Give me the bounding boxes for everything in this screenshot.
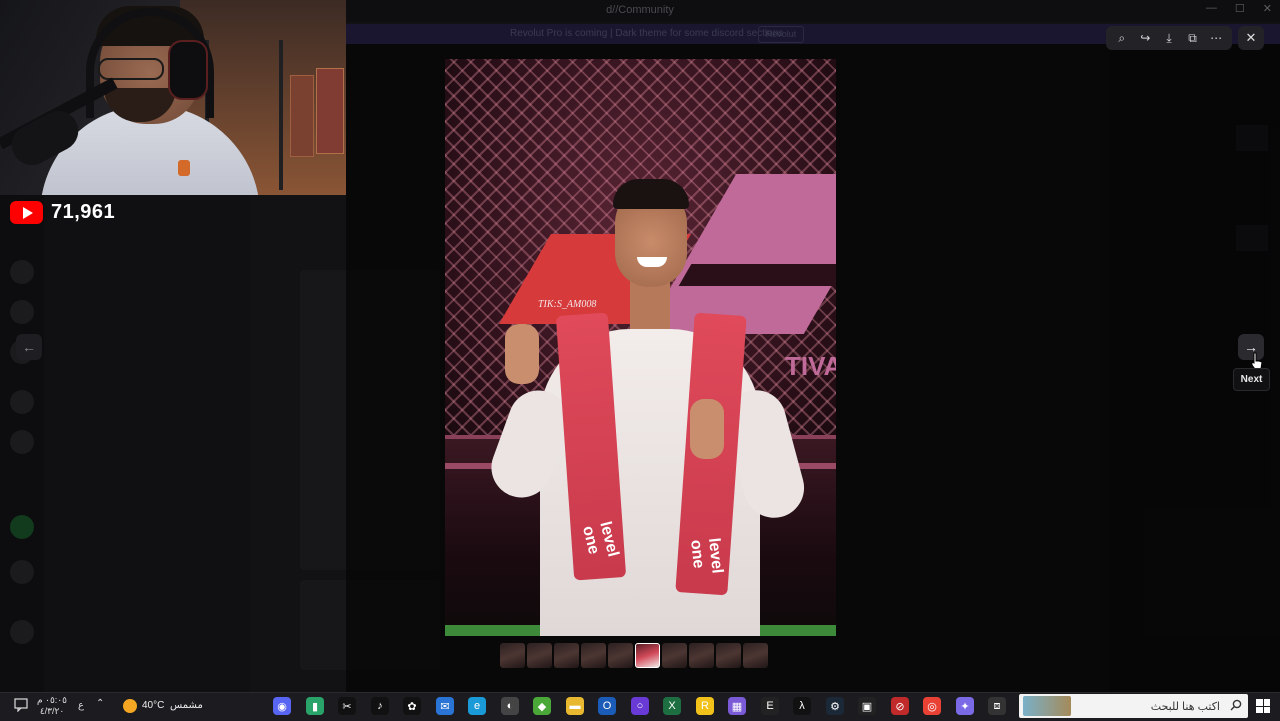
- language-indicator[interactable]: ع: [78, 700, 84, 711]
- thumbnail-strip: [500, 643, 768, 668]
- search-highlight-image: [1023, 696, 1071, 716]
- clock-date: ٤/٣/٢٠: [39, 706, 65, 716]
- clock-time: ٠٥:٠٥ م: [37, 695, 67, 705]
- server-icon[interactable]: [10, 560, 34, 584]
- file-explorer-icon[interactable]: ▬: [566, 697, 584, 715]
- open-external-button[interactable]: ⧉: [1183, 28, 1203, 48]
- weather-temperature[interactable]: 40°C: [142, 700, 164, 711]
- channel-list: [44, 195, 250, 692]
- zoom-button[interactable]: ⌕: [1112, 28, 1132, 48]
- server-icon[interactable]: [10, 300, 34, 324]
- previous-image-button[interactable]: ←: [16, 334, 42, 360]
- image-thumbnail[interactable]: [689, 643, 714, 668]
- app-green-icon[interactable]: ▮: [306, 697, 324, 715]
- chevron-up-icon[interactable]: ⌃: [96, 698, 104, 709]
- share-button[interactable]: ↪: [1135, 28, 1155, 48]
- search-placeholder: اكتب هنا للبحث: [1150, 701, 1220, 713]
- banner-button[interactable]: Revolut: [758, 26, 804, 43]
- server-icon[interactable]: [10, 430, 34, 454]
- viewer-count: 71,961: [51, 201, 116, 223]
- taskbar-clock[interactable]: ٠٥:٠٥ م ٤/٣/٢٠: [36, 695, 68, 717]
- app-box-icon[interactable]: ▣: [858, 697, 876, 715]
- share-icon: ↪: [1140, 31, 1151, 45]
- image-thumbnail[interactable]: [581, 643, 606, 668]
- edge-icon[interactable]: e: [468, 697, 486, 715]
- obs-icon[interactable]: ○: [631, 697, 649, 715]
- download-button[interactable]: ⤓: [1159, 28, 1179, 48]
- capcut-icon[interactable]: ✂: [338, 697, 356, 715]
- viewer-image[interactable]: TIVA level one level one TIK:S_AM008: [445, 59, 836, 636]
- copilot-icon[interactable]: ✦: [956, 697, 974, 715]
- image-thumbnail[interactable]: [500, 643, 525, 668]
- app-red-icon[interactable]: ⊘: [891, 697, 909, 715]
- server-icon[interactable]: [10, 260, 34, 284]
- tiktok-icon[interactable]: ♪: [371, 697, 389, 715]
- epic-games-icon[interactable]: E: [761, 697, 779, 715]
- youtube-icon: [10, 201, 43, 224]
- minimize-icon[interactable]: —: [1206, 2, 1217, 15]
- webcam-feed: [0, 0, 346, 195]
- server-icon[interactable]: [10, 390, 34, 414]
- more-icon: ⋯: [1210, 31, 1223, 45]
- maximize-icon[interactable]: ☐: [1235, 2, 1245, 15]
- image-thumbnail[interactable]: [716, 643, 741, 668]
- arrow-left-icon: ←: [22, 339, 36, 355]
- start-button[interactable]: [1256, 699, 1270, 713]
- app-lime-icon[interactable]: ◆: [533, 697, 551, 715]
- photo-watermark: TIK:S_AM008: [538, 299, 597, 310]
- image-thumbnail[interactable]: [527, 643, 552, 668]
- openai-icon[interactable]: ✿: [403, 697, 421, 715]
- open-external-icon: ⧉: [1188, 30, 1197, 45]
- image-thumbnail[interactable]: [554, 643, 579, 668]
- app-grid-icon[interactable]: ▦: [728, 697, 746, 715]
- scarf-text: level one: [687, 537, 726, 575]
- image-thumbnail[interactable]: [608, 643, 633, 668]
- server-icon[interactable]: [10, 515, 34, 539]
- next-tooltip: Next: [1233, 368, 1270, 391]
- image-thumbnail[interactable]: [635, 643, 660, 668]
- rockstar-icon[interactable]: R: [696, 697, 714, 715]
- steam-icon[interactable]: ⚙: [826, 697, 844, 715]
- excel-icon[interactable]: X: [663, 697, 681, 715]
- image-thumbnail[interactable]: [743, 643, 768, 668]
- image-viewer-toolbar: ⌕ ↪ ⤓ ⧉ ⋯: [1106, 26, 1232, 50]
- download-icon: ⤓: [1166, 30, 1172, 45]
- discord-icon[interactable]: ◉: [273, 697, 291, 715]
- nvidia-icon[interactable]: λ: [793, 697, 811, 715]
- scarf-text: level one: [578, 519, 622, 559]
- notification-icon[interactable]: [14, 698, 28, 712]
- app-white-icon[interactable]: ◐: [501, 697, 519, 715]
- outlook-classic-icon[interactable]: O: [598, 697, 616, 715]
- youtube-viewer-counter: 71,961: [10, 201, 115, 224]
- more-button[interactable]: ⋯: [1206, 28, 1226, 48]
- banner-text: Revolut Pro is coming | Dark theme for s…: [510, 28, 784, 39]
- outlook-icon[interactable]: ✉: [436, 697, 454, 715]
- server-icon[interactable]: [10, 620, 34, 644]
- sun-icon[interactable]: [123, 699, 137, 713]
- close-icon: ✕: [1245, 30, 1257, 45]
- zoom-icon: ⌕: [1118, 30, 1126, 45]
- weather-condition[interactable]: مشمس: [170, 700, 203, 711]
- window-controls: — ☐ ✕: [1206, 2, 1272, 15]
- close-viewer-button[interactable]: ✕: [1238, 26, 1264, 50]
- search-icon: [1230, 699, 1242, 711]
- chrome-icon[interactable]: ◎: [923, 697, 941, 715]
- image-thumbnail[interactable]: [662, 643, 687, 668]
- photo-sign-text: TIVA: [785, 351, 836, 381]
- task-view-icon[interactable]: ⧈: [988, 697, 1006, 715]
- window-close-icon[interactable]: ✕: [1263, 2, 1272, 15]
